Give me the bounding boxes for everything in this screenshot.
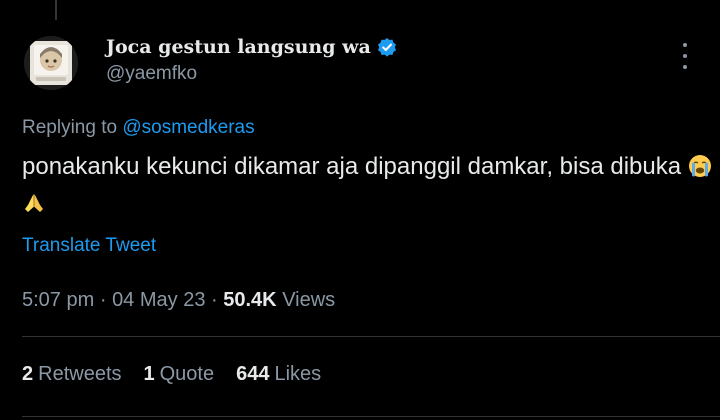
tweet-body: ponakanku kekunci dikamar aja dipanggil … — [22, 153, 682, 180]
translate-tweet-link[interactable]: Translate Tweet — [22, 235, 156, 257]
avatar[interactable] — [24, 36, 78, 90]
tweet-text: ponakanku kekunci dikamar aja dipanggil … — [22, 150, 712, 224]
engagement-stats: 2 Retweets 1 Quote 644 Likes — [22, 363, 321, 386]
retweets-stat[interactable]: 2 Retweets — [22, 363, 122, 386]
views-label: Views — [282, 289, 336, 311]
loudly-crying-face-icon — [688, 154, 712, 187]
divider — [22, 416, 720, 417]
display-name[interactable]: Joca gestun langsung wa — [106, 36, 371, 58]
more-options-icon[interactable] — [676, 43, 694, 69]
tweet-date[interactable]: 04 May 23 — [112, 289, 205, 311]
quotes-count: 1 — [143, 363, 155, 385]
likes-stat[interactable]: 644 Likes — [236, 363, 321, 386]
tweet-header: Joca gestun langsung wa @yaemfko — [106, 36, 397, 85]
tweet-meta: 5:07 pm · 04 May 23 · 50.4K Views — [22, 289, 335, 312]
likes-label: Likes — [274, 363, 322, 385]
quotes-stat[interactable]: 1 Quote — [144, 363, 215, 386]
replying-to-line: Replying to @sosmedkeras — [22, 117, 255, 139]
retweets-label: Retweets — [38, 363, 122, 385]
meta-separator: · — [211, 289, 218, 311]
meta-separator: · — [99, 289, 107, 311]
replying-prefix: Replying to — [22, 117, 118, 138]
retweets-count: 2 — [22, 363, 34, 385]
divider — [22, 336, 720, 337]
views-count: 50.4K — [223, 289, 277, 311]
verified-badge-icon — [377, 37, 397, 57]
user-handle[interactable]: @yaemfko — [106, 63, 397, 85]
likes-count: 644 — [236, 363, 270, 385]
quotes-label: Quote — [159, 363, 215, 385]
thread-connector-line — [55, 0, 57, 20]
folded-hands-icon — [22, 191, 46, 224]
tweet-time[interactable]: 5:07 pm — [22, 289, 94, 311]
replying-to-link[interactable]: @sosmedkeras — [122, 117, 254, 138]
